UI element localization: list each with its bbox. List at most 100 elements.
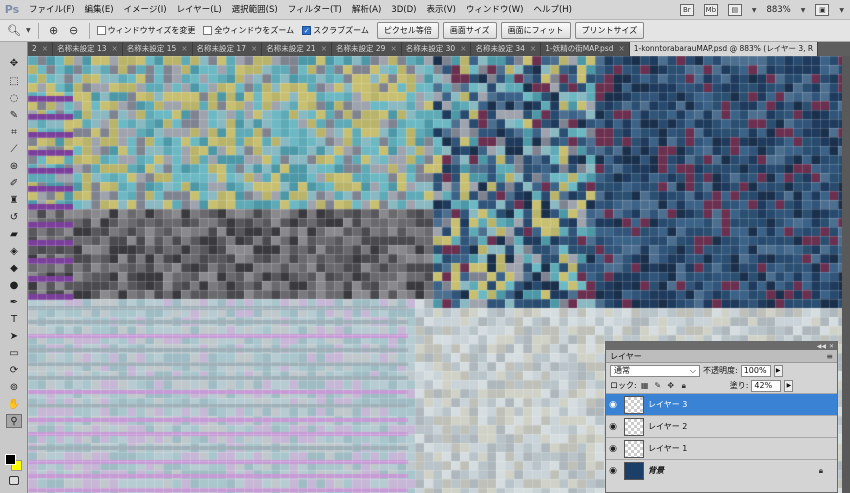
eraser-tool-icon[interactable]: ▰: [6, 227, 22, 241]
layer-row-2[interactable]: ◉ レイヤー 2: [606, 415, 837, 437]
fill-screen-button[interactable]: 画面にフィット: [500, 22, 571, 39]
screen-mode-icon[interactable]: ▣: [815, 4, 830, 16]
zoom-level[interactable]: 883%: [766, 5, 790, 15]
history-brush-tool-icon[interactable]: ↺: [6, 210, 22, 224]
layer-thumbnail[interactable]: [624, 461, 644, 480]
layer-row-3[interactable]: ◉ レイヤー 3: [606, 393, 837, 415]
layer-name[interactable]: レイヤー 1: [648, 443, 687, 454]
document-tab[interactable]: 名称未設定 30 ×: [401, 42, 472, 56]
document-tab[interactable]: 名称未設定 15 ×: [122, 42, 193, 56]
lock-pixels-icon[interactable]: ✎: [653, 381, 663, 390]
menu-edit[interactable]: 編集(E): [80, 0, 119, 20]
eye-icon[interactable]: ◉: [606, 400, 620, 410]
checkbox-box[interactable]: [96, 26, 106, 35]
document-tab[interactable]: 2 ×: [28, 42, 54, 56]
marquee-tool-icon[interactable]: ⬚: [6, 74, 22, 88]
print-size-button[interactable]: プリントサイズ: [574, 22, 645, 39]
bridge-icon[interactable]: Br: [679, 4, 694, 16]
document-tab[interactable]: 1-妖精の街MAP.psd ×: [541, 42, 630, 56]
close-icon[interactable]: ×: [321, 42, 327, 56]
blend-mode-select[interactable]: 通常 ⌵: [610, 364, 700, 377]
spot-heal-tool-icon[interactable]: ⊛: [6, 159, 22, 173]
zoom-in-icon[interactable]: ⊕: [46, 23, 62, 39]
quick-select-tool-icon[interactable]: ✎: [6, 108, 22, 122]
opacity-slider-arrow-icon[interactable]: ▶: [773, 364, 783, 377]
eye-icon[interactable]: ◉: [606, 466, 620, 476]
quick-mask-icon[interactable]: [9, 476, 19, 485]
menu-select[interactable]: 選択範囲(S): [227, 0, 283, 20]
scrubby-zoom-checkbox[interactable]: ✓ スクラブズーム: [302, 25, 369, 36]
chevron-down-icon[interactable]: ▼: [801, 7, 806, 14]
zoom-tool-preset-icon[interactable]: 🔍︎: [6, 23, 22, 39]
brush-tool-icon[interactable]: ✐: [6, 176, 22, 190]
menu-filter[interactable]: フィルター(T): [283, 0, 347, 20]
3d-orbit-tool-icon[interactable]: ⊚: [6, 380, 22, 394]
layer-name[interactable]: 背景: [648, 465, 664, 476]
chevron-down-icon[interactable]: ▼: [839, 7, 844, 14]
actual-pixels-button[interactable]: ピクセル等倍: [376, 22, 439, 39]
chevron-down-icon[interactable]: ▼: [752, 7, 757, 14]
dodge-tool-icon[interactable]: ●: [6, 278, 22, 292]
menu-view[interactable]: 表示(V): [421, 0, 460, 20]
close-icon[interactable]: ×: [530, 42, 536, 56]
type-tool-icon[interactable]: T: [6, 312, 22, 326]
3d-rotate-tool-icon[interactable]: ⟳: [6, 363, 22, 377]
collapse-icon[interactable]: ◀◀: [817, 343, 826, 350]
menu-window[interactable]: ウィンドウ(W): [461, 0, 529, 20]
move-tool-icon[interactable]: ✥: [6, 56, 22, 70]
panel-menu-icon[interactable]: ≡: [826, 352, 833, 361]
menu-analysis[interactable]: 解析(A): [347, 0, 386, 20]
checkbox-box[interactable]: [203, 26, 213, 35]
close-icon[interactable]: ×: [42, 42, 48, 56]
layer-thumbnail[interactable]: [624, 395, 644, 414]
zoom-all-windows-checkbox[interactable]: 全ウィンドウをズーム: [203, 25, 294, 36]
eyedropper-tool-icon[interactable]: ⟋: [6, 142, 22, 156]
foreground-color-swatch[interactable]: [5, 454, 16, 465]
checkbox-box-checked[interactable]: ✓: [302, 26, 312, 35]
shape-tool-icon[interactable]: ▭: [6, 346, 22, 360]
blur-tool-icon[interactable]: ◆: [6, 261, 22, 275]
document-tab[interactable]: 名称未設定 13 ×: [53, 42, 123, 56]
close-icon[interactable]: ×: [112, 42, 118, 56]
layer-thumbnail[interactable]: [624, 417, 644, 436]
path-select-tool-icon[interactable]: ➤: [6, 329, 22, 343]
arrange-icon[interactable]: ▤: [727, 4, 742, 16]
fit-screen-button[interactable]: 画面サイズ: [442, 22, 497, 39]
menu-image[interactable]: イメージ(I): [119, 0, 172, 20]
layer-row-1[interactable]: ◉ レイヤー 1: [606, 437, 837, 459]
lock-all-icon[interactable]: 🔒︎: [679, 381, 689, 391]
fill-slider-arrow-icon[interactable]: ▶: [784, 379, 794, 392]
lock-transparency-icon[interactable]: ▦: [640, 381, 650, 390]
panel-titlebar[interactable]: ◀◀ ✕: [606, 342, 837, 350]
layers-panel-tab[interactable]: レイヤー: [610, 351, 642, 362]
minibridge-icon[interactable]: Mb: [703, 4, 718, 16]
paint-bucket-tool-icon[interactable]: ◈: [6, 244, 22, 258]
close-icon[interactable]: ×: [618, 42, 624, 56]
hand-tool-icon[interactable]: ✋: [6, 397, 22, 411]
eye-icon[interactable]: ◉: [606, 444, 620, 454]
lock-position-icon[interactable]: ✥: [666, 381, 676, 390]
menu-layer[interactable]: レイヤー(L): [172, 0, 227, 20]
fill-input[interactable]: 42%: [751, 379, 782, 392]
close-icon[interactable]: ×: [460, 42, 466, 56]
zoom-out-icon[interactable]: ⊖: [66, 23, 82, 39]
resize-window-checkbox[interactable]: ウィンドウサイズを変更: [96, 25, 195, 36]
eye-icon[interactable]: ◉: [606, 422, 620, 432]
document-tab[interactable]: 名称未設定 29 ×: [332, 42, 402, 56]
pen-tool-icon[interactable]: ✒: [6, 295, 22, 309]
document-tab[interactable]: 名称未設定 21 ×: [262, 42, 333, 56]
layer-row-background[interactable]: ◉ 背景 🔒︎: [606, 459, 837, 481]
zoom-tool-icon[interactable]: ⚲: [6, 414, 22, 428]
close-icon[interactable]: ✕: [829, 343, 834, 350]
close-icon[interactable]: ×: [181, 42, 187, 56]
layer-thumbnail[interactable]: [624, 439, 644, 458]
lasso-tool-icon[interactable]: ◌: [6, 91, 22, 105]
chevron-down-icon[interactable]: ▼: [26, 27, 31, 34]
crop-tool-icon[interactable]: ⌗: [6, 125, 22, 139]
close-icon[interactable]: ×: [251, 42, 257, 56]
menu-3d[interactable]: 3D(D): [386, 0, 421, 20]
menu-file[interactable]: ファイル(F): [24, 0, 80, 20]
document-tab[interactable]: 1-konntorabarauMAP.psd @ 883% (レイヤー 3, R: [629, 42, 819, 56]
menu-help[interactable]: ヘルプ(H): [528, 0, 577, 20]
clone-stamp-tool-icon[interactable]: ♜: [6, 193, 22, 207]
